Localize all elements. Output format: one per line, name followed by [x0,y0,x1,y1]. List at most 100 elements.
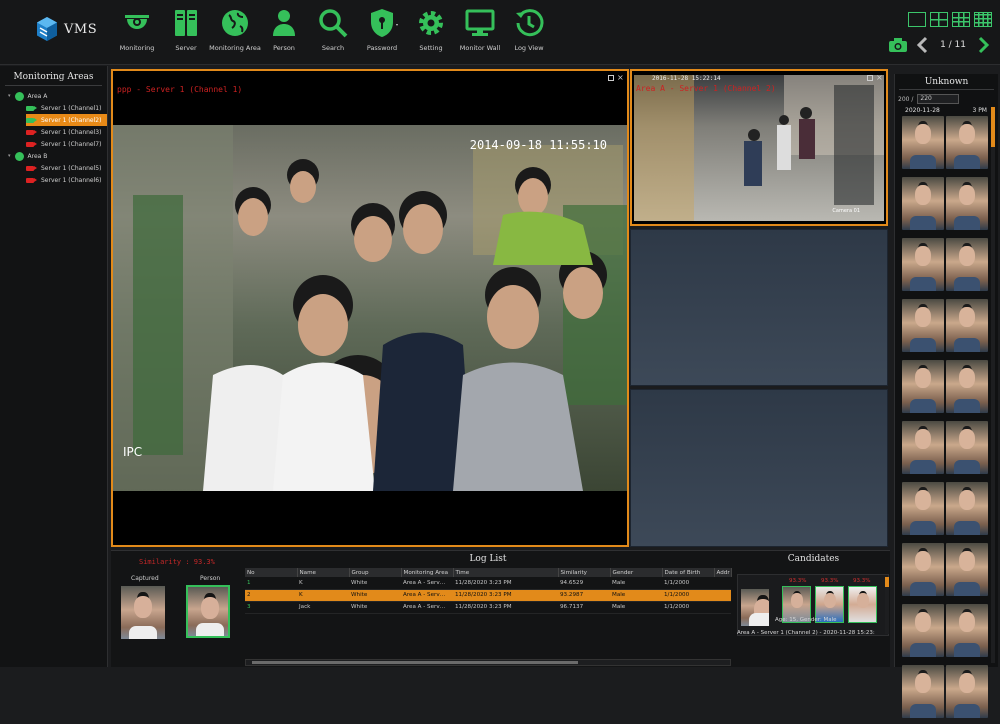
gear-icon [419,11,443,35]
column-header[interactable]: Similarity [558,568,611,577]
capture-thumbnail[interactable] [902,665,944,718]
candidate-info: Age: 15, Gender: Male [775,617,837,623]
candidate-source: Area A - Server 1 (Channel 2) - 2020-11-… [737,630,875,636]
tree-channel-3[interactable]: Server 1 (Channel3) [8,126,107,138]
password-button[interactable]: Password [358,6,406,60]
capture-thumbnail[interactable] [902,482,944,535]
camera-dome-icon [125,15,149,29]
mall-scene-image [634,75,884,221]
top-bar: VMS Monitoring Server Monitoring Area Pe… [0,0,1000,65]
tree-channel-5[interactable]: Server 1 (Channel5) [8,162,107,174]
tree-channel-6[interactable]: Server 1 (Channel6) [8,174,107,186]
captured-face-image [741,589,769,626]
maximize-icon[interactable] [867,75,873,81]
candidate-face[interactable] [848,586,877,623]
capture-thumbnail[interactable] [946,665,988,718]
logo-cube-icon [36,16,58,42]
capture-thumbnail[interactable] [902,116,944,169]
column-header[interactable]: Group [349,568,402,577]
capture-thumbnail[interactable] [946,604,988,657]
search-icon [319,9,348,38]
column-header[interactable]: Date of Birth [662,568,715,577]
unknown-captures-list: 2020-11-28 3 PM [901,107,991,724]
capture-thumbnail[interactable] [946,543,988,596]
capture-thumbnail[interactable] [946,238,988,291]
count-input[interactable]: 220 [917,94,960,104]
log-list: Log List No Name Group Monitoring Area T… [245,554,732,668]
column-header[interactable]: Name [297,568,350,577]
video-controls: × [608,74,624,82]
layout-3x3-button[interactable] [952,12,970,27]
tree-channel-2[interactable]: Server 1 (Channel2) [26,114,107,126]
server-icon [175,10,197,36]
layout-1x1-button[interactable] [908,12,926,27]
person-icon [273,10,295,36]
capture-thumbnail[interactable] [946,116,988,169]
capture-thumbnail[interactable] [902,421,944,474]
search-button[interactable]: Search [309,6,357,60]
maximize-icon[interactable] [608,75,614,81]
similarity-header: Similarity : 93.3% [139,558,215,566]
close-icon[interactable]: × [876,74,883,82]
app-name: VMS [64,21,98,37]
main-video-tile[interactable]: ppp - Server 1 (Channel 1) × 2014-09-18 … [111,69,629,547]
snapshot-camera-icon[interactable] [888,37,908,53]
empty-video-tile[interactable] [630,389,888,547]
capture-thumbnail[interactable] [902,360,944,413]
second-video-tile[interactable]: 2016-11-28 15:22:14 Area A - Server 1 (C… [630,69,888,226]
capture-thumbnail[interactable] [902,238,944,291]
shield-key-icon [371,9,398,37]
candidate-similarity: 93.3% [821,578,839,584]
capture-thumbnail[interactable] [946,299,988,352]
tree-channel-7[interactable]: Server 1 (Channel7) [8,138,107,150]
globe-icon [222,10,248,36]
server-button[interactable]: Server [162,6,210,60]
candidates-scrollbar[interactable] [885,577,889,634]
capture-thumbnail[interactable] [946,360,988,413]
camera-offline-icon [26,141,37,147]
column-header[interactable]: Addr [714,568,732,577]
person-button[interactable]: Person [260,6,308,60]
app-logo: VMS [36,16,97,42]
unknown-scrollbar[interactable] [991,107,995,663]
table-row[interactable]: 1 K White Area A - Serv… 11/28/2020 3:23 PM 9… [245,577,731,590]
monitor-wall-button[interactable]: Monitor Wall [456,6,504,60]
video-timestamp: 2016-11-28 15:22:14 [652,75,721,82]
capture-thumbnail[interactable] [946,177,988,230]
chevron-right-icon[interactable] [978,36,990,54]
monitoring-area-button[interactable]: Monitoring Area [209,6,261,60]
video-feed: 2014-09-18 11:55:10 IPC [113,125,627,491]
column-header[interactable]: Gender [610,568,663,577]
empty-video-tile[interactable] [630,229,888,386]
column-header[interactable]: Time [453,568,559,577]
monitoring-button[interactable]: Monitoring [113,6,161,60]
camera-offline-icon [26,129,37,135]
layout-4x4-button[interactable] [974,12,992,27]
column-header[interactable]: No [245,568,298,577]
chevron-left-icon[interactable] [916,36,928,54]
column-header[interactable]: Monitoring Area [401,568,454,577]
capture-thumbnail[interactable] [946,421,988,474]
log-horizontal-scrollbar[interactable] [245,659,731,666]
candidate-similarity: 93.3% [853,578,871,584]
close-icon[interactable]: × [617,74,624,82]
camera-online-icon [26,117,37,123]
log-view-button[interactable]: Log View [505,6,553,60]
tree-area-b[interactable]: ▾ Area B [8,150,107,162]
capture-thumbnail[interactable] [902,299,944,352]
video-title: Area A - Server 1 (Channel 2) [636,84,776,93]
capture-thumbnail[interactable] [902,543,944,596]
main-toolbar: Monitoring Server Monitoring Area Person… [113,6,554,60]
layout-2x2-button[interactable] [930,12,948,27]
capture-thumbnail[interactable] [946,482,988,535]
monitor-icon [465,9,495,36]
person-label: Person [200,575,221,582]
capture-thumbnail[interactable] [902,604,944,657]
tree-channel-1[interactable]: Server 1 (Channel1) [8,102,107,114]
capture-thumbnail[interactable] [902,177,944,230]
table-row-selected[interactable]: 2 K White Area A - Serv… 11/28/2020 3:23 PM 9… [245,589,731,602]
monitoring-areas-panel: Monitoring Areas ▾ Area A Server 1 (Chann… [0,66,108,667]
setting-button[interactable]: Setting [407,6,455,60]
table-row[interactable]: 3 Jack White Area A - Serv… 11/28/2020 3:23 … [245,601,731,614]
tree-area-a[interactable]: ▾ Area A [8,90,107,102]
